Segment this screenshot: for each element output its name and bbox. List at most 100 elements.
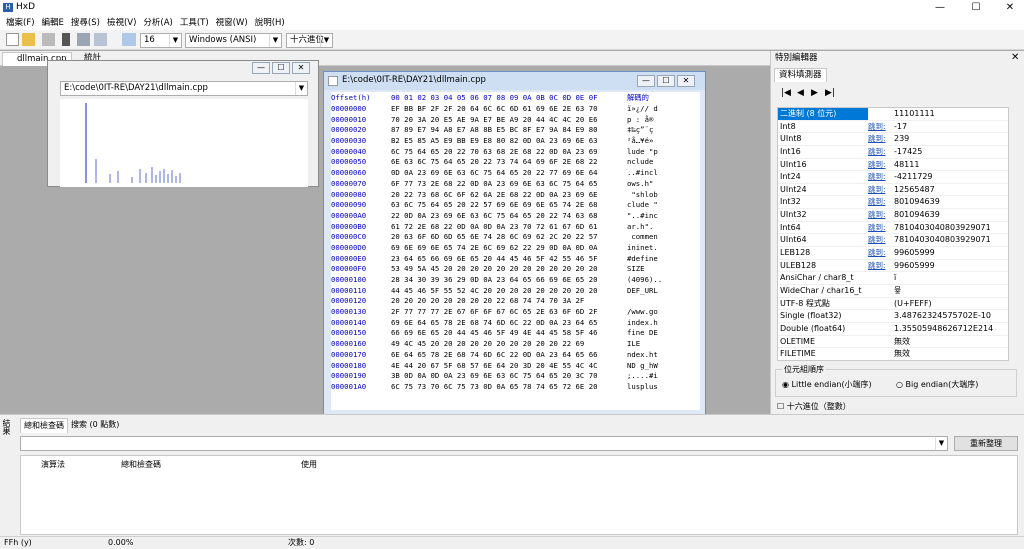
row-bytes[interactable]: 2F 77 77 77 2E 67 6F 6F 67 6C 65 2E 63 6…	[391, 307, 627, 318]
jump-link[interactable]: 跳到:	[868, 121, 892, 133]
menu-help[interactable]: 說明(H)	[255, 16, 285, 30]
row-decoded[interactable]: lusplus	[627, 382, 658, 393]
inspector-value[interactable]: 801094639	[892, 209, 1008, 221]
row-decoded[interactable]: commen	[627, 232, 657, 243]
row-bytes[interactable]: 66 69 6E 65 20 44 45 46 5F 49 4E 44 45 5…	[391, 328, 627, 339]
charset-select[interactable]: Windows (ANSI) ▼	[185, 33, 282, 48]
row-decoded[interactable]: lude "p	[627, 147, 658, 158]
save-icon[interactable]	[42, 33, 55, 46]
inspector-value[interactable]: 3.48762324575702E-10	[892, 310, 1008, 322]
row-decoded[interactable]: nclude	[627, 157, 658, 168]
jump-link[interactable]: 跳到:	[868, 209, 892, 221]
inspector-row[interactable]: Int16 跳到: -17425	[778, 146, 1008, 159]
row-bytes[interactable]: 61 72 2E 68 22 0D 0A 0D 0A 23 70 72 61 6…	[391, 222, 627, 233]
row-decoded[interactable]: "..#inc	[627, 211, 658, 222]
row-decoded[interactable]: SIZE	[627, 264, 658, 275]
inspector-value[interactable]: 99605999	[892, 247, 1008, 259]
row-bytes[interactable]: 6C 75 73 70 6C 75 73 0D 0A 65 78 74 65 7…	[391, 382, 627, 393]
jump-link[interactable]	[868, 298, 892, 310]
inspector-row[interactable]: UInt24 跳到: 12565487	[778, 184, 1008, 197]
inspector-value[interactable]: 無效	[892, 348, 1008, 360]
menu-file[interactable]: 檔案(F)	[6, 16, 35, 30]
hex-row[interactable]: 00000040 6C 75 64 65 20 22 70 63 68 2E 68…	[331, 147, 700, 158]
row-bytes[interactable]: 4E 44 20 67 5F 68 57 6E 64 20 3D 20 4E 5…	[391, 361, 627, 372]
close-button[interactable]: ✕	[1000, 1, 1020, 14]
inspector-row[interactable]: WideChar / char16_t 뮿	[778, 285, 1008, 298]
recalculate-button[interactable]: 重新整理	[954, 436, 1018, 451]
next-record-icon[interactable]: ▶	[811, 88, 818, 98]
row-bytes[interactable]: 28 34 30 39 36 29 0D 0A 23 64 65 66 69 6…	[391, 275, 627, 286]
inspector-value[interactable]: 801094639	[892, 196, 1008, 208]
inspector-value[interactable]: 1.35505948626712E214	[892, 323, 1008, 335]
previous-record-icon[interactable]: ◀	[797, 88, 804, 98]
row-bytes[interactable]: 69 6E 69 6E 65 74 2E 6C 69 62 22 29 0D 0…	[391, 243, 627, 254]
jump-link[interactable]: 跳到:	[868, 222, 892, 234]
row-decoded[interactable]: DEF_URL	[627, 286, 658, 297]
inspector-row[interactable]: ULEB128 跳到: 99605999	[778, 260, 1008, 273]
inspector-row[interactable]: OLETIME 無效	[778, 336, 1008, 349]
row-decoded[interactable]: ï»¿// d	[627, 104, 658, 115]
inspector-row[interactable]: UInt32 跳到: 801094639	[778, 209, 1008, 222]
hex-row[interactable]: 00000180 4E 44 20 67 5F 68 57 6E 64 20 3D…	[331, 361, 700, 372]
inspector-value[interactable]: 99605999	[892, 260, 1008, 272]
inspector-value[interactable]: 239	[892, 133, 1008, 145]
row-decoded[interactable]: ows.h"	[627, 179, 653, 190]
col-algorithm[interactable]: 演算法	[41, 459, 65, 470]
inspector-row[interactable]: LEB128 跳到: 99605999	[778, 247, 1008, 260]
hex-row[interactable]: 000000E0 23 64 65 66 69 6E 65 20 44 45 46…	[331, 254, 700, 265]
jump-link[interactable]: 跳到:	[868, 146, 892, 158]
row-decoded[interactable]: ‡‰ç”¨ç	[627, 125, 653, 136]
row-bytes[interactable]: B2 E5 85 A5 E9 BB E9 E8 80 82 0D 0A 23 6…	[391, 136, 627, 147]
menu-search[interactable]: 搜尋(S)	[71, 16, 100, 30]
row-bytes[interactable]: 20 63 6F 6D 6D 65 6E 74 28 6C 69 62 2C 2…	[391, 232, 627, 243]
inspector-row[interactable]: UInt16 跳到: 48111	[778, 159, 1008, 172]
row-bytes[interactable]: 22 0D 0A 23 69 6E 63 6C 75 64 65 20 22 7…	[391, 211, 627, 222]
row-bytes[interactable]: 3B 0D 0A 0D 0A 23 69 6E 63 6C 75 64 65 2…	[391, 371, 627, 382]
row-decoded[interactable]: clude "	[627, 200, 658, 211]
hex-row[interactable]: 00000170 6E 64 65 78 2E 68 74 6D 6C 22 0D…	[331, 350, 700, 361]
hex-row[interactable]: 00000190 3B 0D 0A 0D 0A 23 69 6E 63 6C 75…	[331, 371, 700, 382]
row-decoded[interactable]: ²å…¥é»	[627, 136, 653, 147]
menu-edit[interactable]: 編輯E	[42, 16, 64, 30]
panel-close-icon[interactable]: ✕	[1011, 52, 1019, 63]
hex-row[interactable]: 00000030 B2 E5 85 A5 E9 BB E9 E8 80 82 0D…	[331, 136, 700, 147]
hex-row[interactable]: 00000070 6F 77 73 2E 68 22 0D 0A 23 69 6E…	[331, 179, 700, 190]
inspector-value[interactable]: 11101111	[892, 108, 1008, 120]
jump-link[interactable]	[868, 323, 892, 335]
hex-integer-checkbox[interactable]: ☐ 十六進位（整數）	[777, 401, 851, 412]
jump-link[interactable]: 跳到:	[868, 234, 892, 246]
jump-link[interactable]	[868, 108, 892, 120]
row-bytes[interactable]: 49 4C 45 20 20 20 20 20 20 20 20 20 20 2…	[391, 339, 627, 350]
row-bytes[interactable]: 0D 0A 23 69 6E 63 6C 75 64 65 20 22 77 6…	[391, 168, 627, 179]
inspector-value[interactable]: -17425	[892, 146, 1008, 158]
row-decoded[interactable]: /www.go	[627, 307, 658, 318]
row-bytes[interactable]: 69 6E 64 65 78 2E 68 74 6D 6C 22 0D 0A 2…	[391, 318, 627, 329]
hex-row[interactable]: 000001A0 6C 75 73 70 6C 75 73 0D 0A 65 78…	[331, 382, 700, 393]
inspector-row[interactable]: 二進制 (8 位元) 11101111	[778, 108, 1008, 121]
jump-link[interactable]	[868, 336, 892, 348]
hex-row[interactable]: 000000D0 69 6E 69 6E 65 74 2E 6C 69 62 22…	[331, 243, 700, 254]
menu-view[interactable]: 檢視(V)	[107, 16, 136, 30]
row-bytes[interactable]: 53 49 5A 45 20 20 20 20 20 20 20 20 20 2…	[391, 264, 627, 275]
inspector-value[interactable]: -17	[892, 121, 1008, 133]
row-decoded[interactable]: p : å®	[627, 115, 653, 126]
hex-view[interactable]: Offset(h) 00 01 02 03 04 05 06 07 08 09 0…	[331, 92, 700, 410]
jump-link[interactable]: 跳到:	[868, 260, 892, 272]
open-file-icon[interactable]	[22, 33, 35, 46]
hex-row[interactable]: 000000B0 61 72 2E 68 22 0D 0A 0D 0A 23 70…	[331, 222, 700, 233]
hex-row[interactable]: 00000100 28 34 30 39 36 29 0D 0A 23 64 65…	[331, 275, 700, 286]
maximize-button[interactable]: ☐	[966, 1, 986, 14]
row-decoded[interactable]: ILE	[627, 339, 658, 350]
row-decoded[interactable]: ininet.	[627, 243, 658, 254]
row-decoded[interactable]	[627, 296, 658, 307]
jump-link[interactable]: 跳到:	[868, 171, 892, 183]
row-decoded[interactable]: #define	[627, 254, 658, 265]
hex-row[interactable]: 00000150 66 69 6E 65 20 44 45 46 5F 49 4E…	[331, 328, 700, 339]
hex-row[interactable]: 000000A0 22 0D 0A 23 69 6E 63 6C 75 64 65…	[331, 211, 700, 222]
hex-row[interactable]: 00000060 0D 0A 23 69 6E 63 6C 75 64 65 20…	[331, 168, 700, 179]
row-bytes[interactable]: 6E 64 65 78 2E 68 74 6D 6C 22 0D 0A 23 6…	[391, 350, 627, 361]
inspector-row[interactable]: Int32 跳到: 801094639	[778, 196, 1008, 210]
tab-search-results[interactable]: 搜索 (0 點數)	[68, 418, 122, 433]
hex-minimize-button[interactable]: —	[637, 75, 655, 87]
row-decoded[interactable]: ;....#i	[627, 371, 658, 382]
